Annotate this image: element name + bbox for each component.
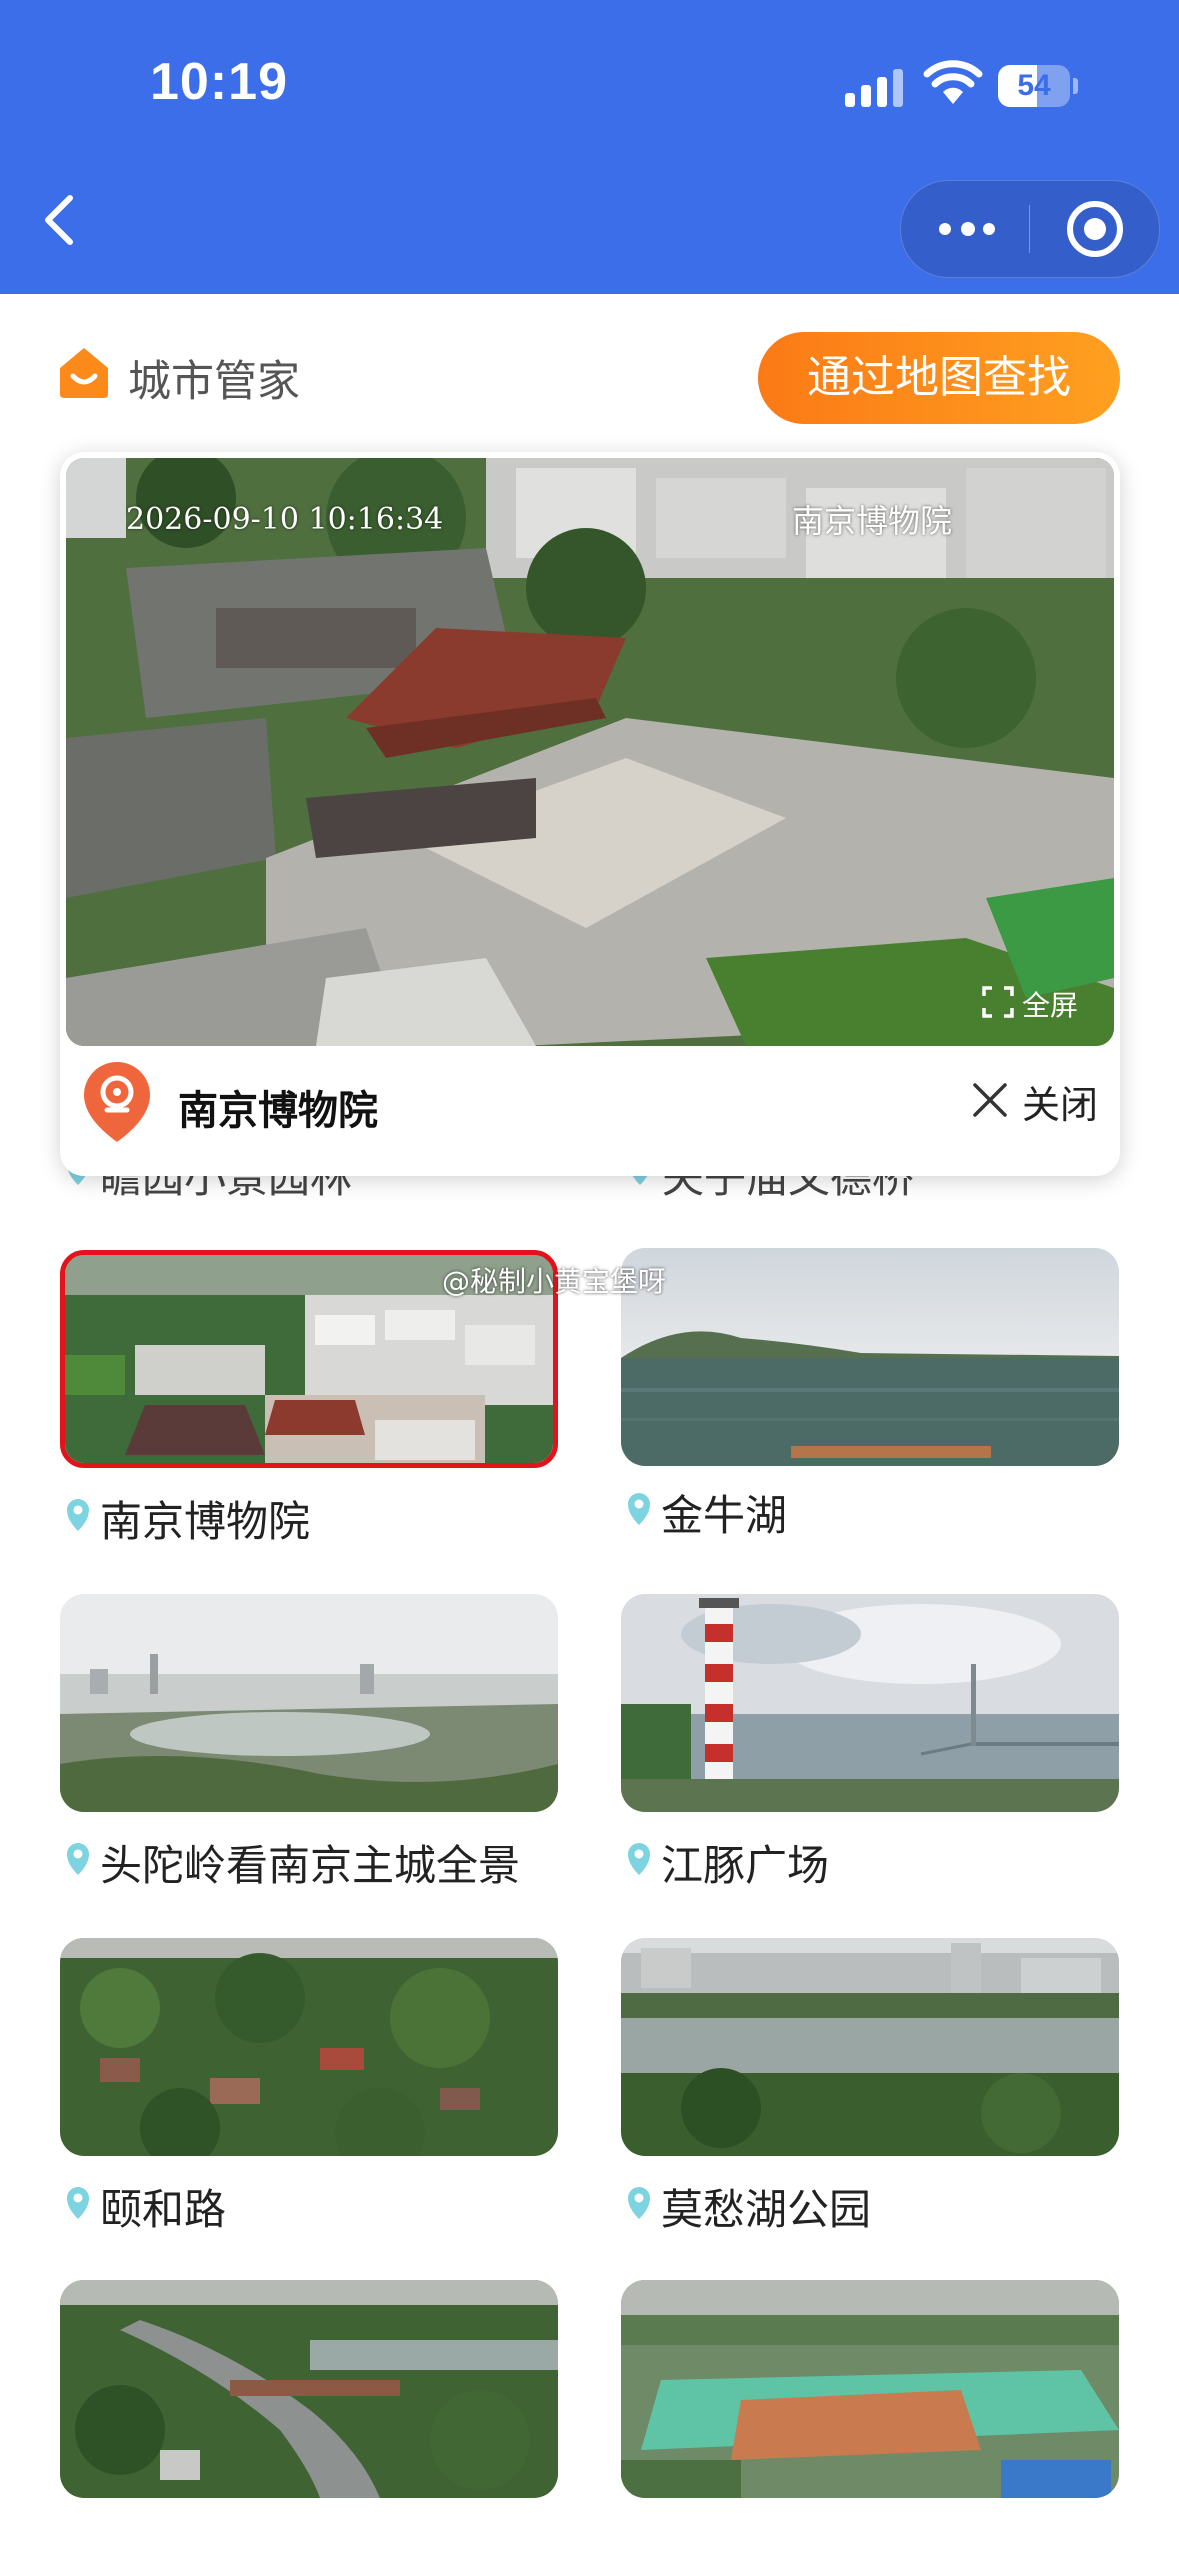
fullscreen-label: 全屏	[1022, 989, 1079, 1022]
camera-snapshot-image	[60, 2280, 558, 2498]
popup-title: 南京博物院	[178, 1088, 378, 1134]
camera-snapshot-image	[60, 1594, 558, 1812]
close-label: 关闭	[1022, 1083, 1099, 1127]
camera-thumbnail[interactable]	[621, 1248, 1119, 1466]
location-pin-icon	[67, 1499, 89, 1531]
capsule-divider	[1029, 205, 1030, 253]
camera-thumbnail[interactable]	[60, 1594, 558, 1812]
camera-thumbnail[interactable]	[621, 1938, 1119, 2156]
osd-location: 南京博物院	[792, 502, 953, 540]
camera-thumbnail[interactable]	[60, 2280, 558, 2498]
live-camera-image	[66, 458, 1114, 1046]
item-label: 江豚广场	[661, 1841, 830, 1890]
more-dots-icon[interactable]	[931, 207, 1001, 251]
item-label: 金牛湖	[661, 1491, 788, 1540]
top-navigation-bar: 10:19 54	[0, 0, 1179, 294]
wifi-icon	[923, 60, 983, 104]
item-label: 南京博物院	[100, 1497, 311, 1546]
location-pin-icon	[628, 1493, 650, 1525]
target-close-icon[interactable]	[1067, 201, 1123, 257]
camera-snapshot-image	[621, 1248, 1119, 1466]
home-brand-icon	[60, 348, 108, 398]
battery-tip	[1073, 78, 1078, 94]
camera-pin-icon	[84, 1062, 150, 1142]
location-pin-icon	[628, 2187, 650, 2219]
camera-snapshot-image	[621, 1594, 1119, 1812]
battery-icon: 54	[998, 65, 1070, 107]
fullscreen-icon	[982, 986, 1014, 1018]
battery-level: 54	[1017, 69, 1051, 102]
map-search-button[interactable]: 通过地图查找	[758, 332, 1120, 424]
location-pin-icon	[67, 1843, 89, 1875]
camera-preview-popup: 2026-09-10 10:16:34 南京博物院 全屏 南京博物院 关闭	[60, 452, 1120, 1176]
camera-thumbnail[interactable]	[621, 2280, 1119, 2498]
item-label: 头陀岭看南京主城全景	[100, 1841, 521, 1890]
item-label: 颐和路	[100, 2185, 227, 2234]
location-pin-icon	[67, 2187, 89, 2219]
item-label: 莫愁湖公园	[661, 2185, 872, 2234]
back-arrow-icon	[45, 195, 73, 245]
camera-snapshot-image	[621, 2280, 1119, 2498]
camera-snapshot-image	[621, 1938, 1119, 2156]
weibo-watermark: @秘制小黄宝堡呀	[442, 1265, 667, 1298]
signal-icon	[845, 67, 905, 107]
live-camera-view[interactable]: 2026-09-10 10:16:34 南京博物院 全屏	[66, 458, 1114, 1046]
close-x-icon	[973, 1083, 1007, 1117]
osd-timestamp: 2026-09-10 10:16:34	[126, 502, 444, 537]
status-time: 10:19	[150, 53, 288, 111]
camera-thumbnail[interactable]	[60, 1938, 558, 2156]
location-pin-icon	[628, 1843, 650, 1875]
brand-label: 城市管家	[128, 357, 300, 407]
back-button[interactable]	[40, 190, 100, 270]
camera-snapshot-image	[60, 1938, 558, 2156]
mini-program-capsule	[900, 180, 1160, 278]
camera-thumbnail[interactable]	[621, 1594, 1119, 1812]
